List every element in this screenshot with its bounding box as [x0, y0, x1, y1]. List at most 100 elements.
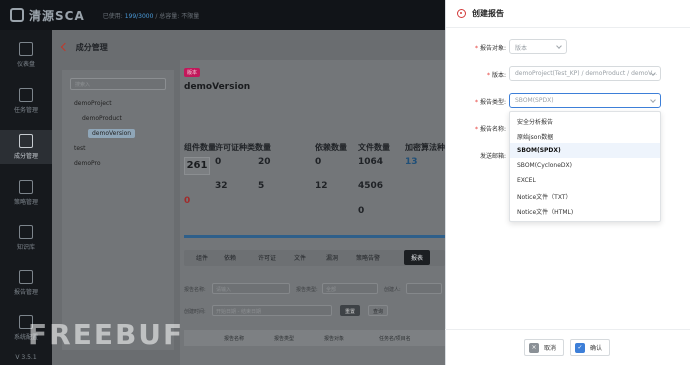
tree-node[interactable]: demoProject	[74, 100, 112, 107]
filter-name-label: 报告名称:	[184, 287, 206, 293]
version-label-text: 版本:	[491, 72, 506, 79]
main-area: 成分管理 搜索入 demoProject demoProduct demoVer…	[52, 30, 445, 365]
creator-filter-input[interactable]	[406, 283, 442, 294]
confirm-button[interactable]: ✓ 确认	[570, 339, 610, 356]
version-panel: 版本 demoVersion 组件数量 许可证种类数量 依赖数量 文件数量 加密…	[180, 60, 445, 365]
report-target-label-text: 报告对象:	[479, 45, 506, 52]
report-target-value: 版本	[515, 45, 528, 52]
dropdown-option[interactable]: SBOM(CycloneDX)	[510, 158, 660, 173]
report-type-label: * 报告类型:	[474, 99, 506, 106]
chevron-down-icon	[650, 97, 656, 103]
stat-value: 13	[405, 157, 418, 167]
license-prefix: 已使用:	[102, 12, 123, 20]
tree-node[interactable]: demoProduct	[82, 115, 122, 122]
report-name-label: * 报告名称:	[474, 126, 506, 133]
version-info: V 3.5.1	[0, 354, 52, 361]
app-logo[interactable]: 清源SCA	[10, 7, 85, 24]
project-tree-panel: 搜索入 demoProject demoProduct demoVersion …	[62, 70, 174, 350]
report-type-value: SBOM(SPDX)	[515, 97, 554, 104]
progress-bar	[184, 235, 445, 238]
page-title: 成分管理	[75, 43, 108, 52]
sidebar-item-reports[interactable]: 报告管理	[0, 270, 52, 296]
tab-policy-alerts[interactable]: 策略告警	[356, 253, 380, 262]
back-arrow-icon[interactable]	[60, 42, 70, 52]
report-target-label: * 报告对象:	[474, 45, 506, 52]
sidebar-item-components[interactable]: 成分管理	[0, 130, 52, 164]
sidebar-item-policies[interactable]: 策略管理	[0, 180, 52, 206]
tree-node-selected[interactable]: demoVersion	[88, 129, 136, 138]
dropdown-option[interactable]: Notice文件（TXT）	[510, 188, 660, 203]
tab-vulnerabilities[interactable]: 漏洞	[326, 253, 338, 262]
tree-node[interactable]: demoPro	[74, 160, 101, 167]
tab-components[interactable]: 组件	[196, 253, 208, 262]
report-name-filter-input[interactable]: 请输入	[212, 283, 290, 294]
table-header: 任务名/项目名	[379, 336, 411, 342]
sidebar-item-tasks[interactable]: 任务管理	[0, 88, 52, 114]
stat-head: 许可证种类数量	[215, 143, 271, 152]
cancel-icon: ×	[529, 342, 539, 353]
dropdown-option[interactable]: Notice文件（HTML)	[510, 203, 660, 218]
policy-icon	[19, 180, 33, 194]
report-type-dropdown: 安全分析报告 原始json数据 SBOM(SPDX) SBOM(CycloneD…	[509, 111, 661, 222]
report-type-filter-select[interactable]: 全部	[322, 283, 378, 294]
stat-value: 32	[215, 181, 228, 191]
tab-licenses[interactable]: 许可证	[258, 253, 276, 262]
report-type-select[interactable]: SBOM(SPDX)	[509, 93, 661, 108]
tree-search-input[interactable]: 搜索入	[70, 78, 166, 90]
report-target-select[interactable]: 版本	[509, 39, 567, 54]
dropdown-option[interactable]: 原始json数据	[510, 128, 660, 143]
check-icon: ✓	[575, 342, 585, 353]
logo-icon	[10, 8, 24, 22]
stat-value: 1064	[358, 157, 384, 167]
date-range-picker[interactable]: 开始日期 - 结束日期	[212, 305, 332, 316]
cancel-label: 取消	[544, 345, 557, 352]
reset-button[interactable]: 重置	[340, 305, 361, 316]
sidebar-item-label: 知识库	[16, 244, 35, 251]
component-count: 261	[184, 157, 210, 175]
email-label: 发送邮箱:	[479, 153, 506, 160]
filter-type-label: 报告类型:	[296, 287, 318, 293]
stat-value: 0	[215, 157, 222, 167]
dropdown-option-selected[interactable]: SBOM(SPDX)	[510, 143, 660, 158]
version-title[interactable]: demoVersion	[184, 82, 250, 92]
filter-creator-label: 创建人:	[384, 287, 401, 293]
stat-head: 组件数量	[184, 143, 216, 152]
query-button[interactable]: 查询	[368, 305, 389, 316]
tab-reports[interactable]: 报表	[404, 250, 431, 265]
tree-node[interactable]: test	[74, 145, 86, 152]
stat-value: 0	[315, 157, 322, 167]
stat-value: 4506	[358, 181, 384, 191]
tab-dependencies[interactable]: 依赖	[224, 253, 236, 262]
license-used: 199/3000	[124, 12, 154, 20]
report-table-header: 报告名称 报告类型 报告对象 任务名/项目名	[184, 330, 445, 346]
version-select[interactable]: demoProject(Test_KP) / demoProduct / dem…	[509, 66, 661, 81]
date-separator: -	[237, 309, 240, 315]
sidebar: 仪表盘 任务管理 成分管理 策略管理 知识库 报告管理 系统配置 V 3.5.1	[0, 30, 52, 365]
report-target-icon	[457, 9, 466, 18]
knowledge-icon	[19, 225, 33, 239]
filter-time-label: 创建时间:	[184, 309, 206, 315]
sidebar-item-dashboard[interactable]: 仪表盘	[0, 42, 52, 68]
dropdown-option[interactable]: 安全分析报告	[510, 113, 660, 128]
tab-bar: 组件 依赖 许可证 文件 漏洞 策略告警 报表	[184, 250, 445, 266]
watermark: FREEBUF	[28, 318, 185, 351]
sidebar-item-knowledge[interactable]: 知识库	[0, 225, 52, 251]
sidebar-item-label: 仪表盘	[16, 61, 35, 68]
sidebar-item-label: 报告管理	[13, 289, 38, 296]
sidebar-item-label: 任务管理	[13, 107, 38, 114]
tab-files[interactable]: 文件	[294, 253, 306, 262]
report-icon	[19, 270, 33, 284]
stat-head: 文件数量	[358, 143, 390, 152]
top-bar: 清源SCA 已使用: 199/3000 / 总容量: 不限量	[0, 0, 445, 30]
stat-value: 12	[315, 181, 328, 191]
sidebar-item-label: 成分管理	[13, 153, 38, 160]
sidebar-item-label: 策略管理	[13, 199, 38, 206]
dropdown-option[interactable]: EXCEL	[510, 173, 660, 188]
stat-head: 依赖数量	[315, 143, 347, 152]
table-header: 报告对象	[324, 336, 345, 342]
stat-value: 5	[258, 181, 265, 191]
version-title-text: demoVersion	[184, 82, 251, 92]
version-tag: 版本	[184, 68, 201, 77]
version-value: demoProject(Test_KP) / demoProduct / dem…	[515, 70, 658, 77]
cancel-button[interactable]: × 取消	[524, 339, 564, 356]
